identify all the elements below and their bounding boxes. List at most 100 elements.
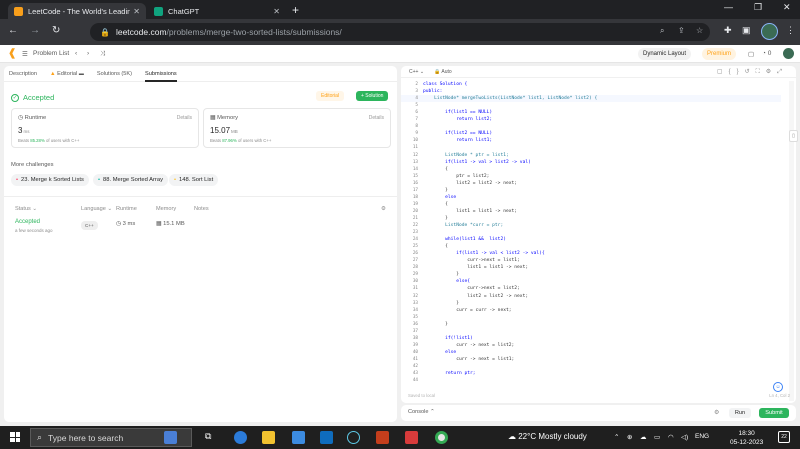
weather-widget[interactable]: ☁ 22°C Mostly cloudy — [508, 432, 587, 441]
shuffle-icon[interactable]: ⤨ — [100, 50, 105, 58]
close-window-icon[interactable]: ✕ — [783, 2, 791, 13]
media-app-icon[interactable] — [405, 431, 418, 444]
tray-overflow-icon[interactable]: ⌃ — [614, 433, 619, 441]
zoom-icon[interactable]: ⌕ — [660, 26, 664, 36]
code-line[interactable]: 25 { — [401, 243, 781, 250]
code-line[interactable]: 9 if(list2 == NULL) — [401, 130, 781, 137]
code-line[interactable]: 29 } — [401, 271, 781, 278]
code-line[interactable]: 34 curr = curr -> next; — [401, 307, 781, 314]
notes-icon[interactable]: ▢ — [748, 50, 754, 58]
problem-list-link[interactable]: Problem List — [33, 50, 69, 57]
file-explorer-icon[interactable] — [262, 431, 275, 444]
volume-icon[interactable]: ◁) — [681, 433, 688, 441]
tab-description[interactable]: Description — [9, 71, 37, 77]
code-line[interactable]: 10 return list1; — [401, 137, 781, 144]
new-tab-icon[interactable]: + — [292, 3, 299, 17]
code-line[interactable]: 15 ptr = list2; — [401, 173, 781, 180]
memory-details-link[interactable]: Details — [369, 115, 384, 121]
store-icon[interactable] — [292, 431, 305, 444]
code-line[interactable]: 24 while(list1 && list2) — [401, 236, 781, 243]
code-line[interactable]: 12 ListNode * ptr = list1; — [401, 152, 781, 159]
challenge-chip[interactable]: • 148. Sort List — [169, 174, 219, 186]
code-line[interactable]: 18 else — [401, 194, 781, 201]
settings-gear-icon[interactable]: ⚙ — [381, 206, 386, 212]
clock[interactable]: 18:30 05-12-2023 — [730, 429, 763, 447]
reload-icon[interactable]: ↻ — [52, 25, 60, 36]
console-settings-icon[interactable]: ⚙ — [714, 409, 719, 416]
tab-chatgpt[interactable]: ChatGPT ✕ — [148, 3, 286, 19]
challenge-chip[interactable]: • 88. Merge Sorted Array — [93, 174, 168, 186]
code-line[interactable]: 38 if(!list1) — [401, 335, 781, 342]
code-line[interactable]: 19 { — [401, 201, 781, 208]
runtime-details-link[interactable]: Details — [177, 115, 192, 121]
console-toggle[interactable]: Console ⌃ — [408, 409, 435, 415]
windows-start-icon[interactable] — [10, 432, 20, 442]
url-bar[interactable]: 🔒 leetcode.com/problems/merge-two-sorted… — [90, 23, 710, 41]
code-line[interactable]: 32 list2 = list2 -> next; — [401, 293, 781, 300]
code-line[interactable]: 44 — [401, 377, 781, 384]
code-line[interactable]: 5 — [401, 102, 781, 109]
maximize-icon[interactable]: ❐ — [754, 2, 762, 13]
runtime-card[interactable]: ◷ Runtime Details 3ms Beats 85.28% of us… — [11, 108, 199, 148]
col-status[interactable]: Status ⌄ — [15, 206, 37, 212]
code-line[interactable]: 39 curr -> next = list2; — [401, 342, 781, 349]
minimize-icon[interactable]: — — [724, 2, 733, 12]
tray-app-icon[interactable]: ⊕ — [627, 433, 632, 441]
tab-leetcode[interactable]: LeetCode - The World's Leading ✕ — [8, 3, 146, 19]
submit-button[interactable]: Submit — [759, 408, 789, 418]
onedrive-icon[interactable]: ☁ — [640, 433, 647, 441]
code-line[interactable]: 4 ListNode* mergeTwoLists(ListNode* list… — [401, 95, 781, 103]
code-line[interactable]: 26 if(list1 -> val < list2 -> val){ — [401, 250, 781, 257]
close-tab-icon[interactable]: ✕ — [133, 7, 140, 16]
cortana-ring-icon[interactable] — [347, 431, 360, 444]
close-tab-icon[interactable]: ✕ — [273, 7, 280, 16]
task-view-icon[interactable]: ⧉ — [205, 431, 218, 444]
language-indicator[interactable]: ENG — [695, 433, 709, 440]
code-line[interactable]: 20 list1 = list1 -> next; — [401, 208, 781, 215]
code-line[interactable]: 43 return ptr; — [401, 370, 781, 377]
forward-icon[interactable]: → — [30, 25, 40, 36]
tab-editorial[interactable]: ▲ Editorial ▬ — [50, 71, 84, 77]
code-line[interactable]: 23 — [401, 229, 781, 236]
bookmark-star-icon[interactable]: ☆ — [696, 26, 703, 35]
prev-problem-icon[interactable]: ‹ — [75, 50, 77, 57]
code-line[interactable]: 6 if(list1 == NULL) — [401, 109, 781, 116]
share-icon[interactable]: ⇪ — [678, 26, 685, 35]
code-line[interactable]: 40 else — [401, 349, 781, 356]
code-line[interactable]: 30 else{ — [401, 278, 781, 285]
code-line[interactable]: 36 } — [401, 321, 781, 328]
code-line[interactable]: 33 } — [401, 300, 781, 307]
dynamic-layout-button[interactable]: Dynamic Layout — [638, 48, 692, 60]
premium-button[interactable]: Premium — [702, 48, 737, 60]
back-icon[interactable]: ← — [8, 25, 18, 36]
tab-solutions[interactable]: Solutions (5K) — [97, 71, 132, 77]
language-selector[interactable]: C++ ⌄ — [409, 69, 424, 75]
code-line[interactable]: 28 list1 = list1 -> next; — [401, 264, 781, 271]
user-avatar[interactable] — [783, 48, 794, 59]
editor-scrollbar[interactable] — [789, 81, 794, 401]
wifi-icon[interactable]: ◠ — [668, 433, 674, 441]
notification-center-icon[interactable]: 22 — [778, 431, 790, 443]
code-line[interactable]: 2 class Solution { — [401, 81, 781, 88]
code-line[interactable]: 42 — [401, 363, 781, 370]
code-line[interactable]: 35 — [401, 314, 781, 321]
code-line[interactable]: 37 — [401, 328, 781, 335]
code-line[interactable]: 7 return list2; — [401, 116, 781, 123]
side-panel-handle-icon[interactable]: ▯ — [789, 130, 798, 142]
auto-toggle[interactable]: 🔒 Auto — [434, 69, 452, 75]
next-problem-icon[interactable]: › — [87, 50, 89, 57]
profile-avatar[interactable] — [761, 23, 778, 40]
leetcode-logo-icon[interactable]: ❰ — [8, 48, 16, 59]
problem-list-icon[interactable]: ☰ — [22, 50, 28, 58]
solution-button[interactable]: + Solution — [356, 91, 389, 101]
code-line[interactable]: 31 curr->next = list2; — [401, 285, 781, 292]
code-line[interactable]: 21 } — [401, 215, 781, 222]
code-line[interactable]: 13 if(list1 -> val > list2 -> val) — [401, 159, 781, 166]
cortana-icon[interactable] — [164, 431, 177, 444]
chrome-icon[interactable] — [435, 431, 448, 444]
challenge-chip[interactable]: • 23. Merge k Sorted Lists — [11, 174, 89, 186]
code-line[interactable]: 41 curr -> next = list1; — [401, 356, 781, 363]
code-line[interactable]: 16 list2 = list2 -> next; — [401, 180, 781, 187]
feedback-icon[interactable]: ☺ — [773, 382, 783, 392]
code-line[interactable]: 11 — [401, 144, 781, 151]
